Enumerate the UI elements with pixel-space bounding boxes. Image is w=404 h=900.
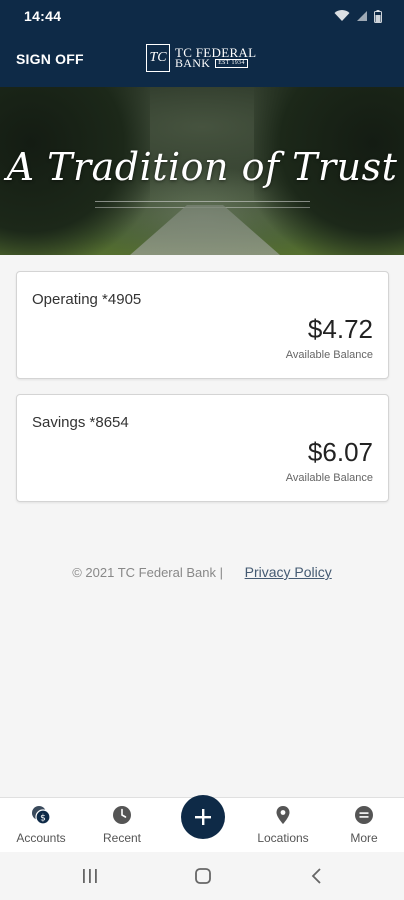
accounts-icon: $ bbox=[32, 806, 51, 825]
more-icon bbox=[355, 806, 373, 824]
account-card-operating[interactable]: Operating *4905 $4.72 Available Balance bbox=[16, 271, 389, 379]
copyright-text: © 2021 TC Federal Bank | bbox=[72, 565, 223, 580]
nav-more[interactable]: More bbox=[324, 798, 404, 853]
account-name: Savings *8654 bbox=[32, 414, 129, 431]
footer: © 2021 TC Federal Bank | Privacy Policy bbox=[0, 564, 404, 580]
status-bar: 14:44 bbox=[0, 0, 404, 32]
plus-icon bbox=[195, 809, 211, 825]
account-balance: $4.72 bbox=[307, 314, 373, 344]
system-nav-bar bbox=[0, 852, 404, 900]
nav-accounts[interactable]: $ Accounts bbox=[1, 798, 81, 853]
logo-text: TC FEDERAL BANK EST 1934 bbox=[175, 46, 256, 70]
account-balance: $6.07 bbox=[307, 437, 373, 467]
add-button[interactable] bbox=[181, 795, 225, 839]
recents-icon[interactable] bbox=[80, 866, 100, 886]
nav-locations[interactable]: Locations bbox=[243, 798, 323, 853]
hero-title: A Tradition of Trust bbox=[6, 145, 398, 189]
nav-label: Accounts bbox=[16, 831, 66, 845]
bank-logo: TC TC FEDERAL BANK EST 1934 bbox=[146, 44, 256, 72]
map-pin-icon bbox=[276, 806, 290, 824]
wifi-icon bbox=[334, 10, 350, 21]
available-balance-label: Available Balance bbox=[285, 349, 373, 361]
status-time: 14:44 bbox=[24, 8, 62, 24]
home-icon[interactable] bbox=[193, 866, 213, 886]
status-icons bbox=[334, 9, 382, 23]
logo-line2: BANK EST 1934 bbox=[175, 56, 256, 70]
back-icon[interactable] bbox=[307, 866, 327, 886]
account-name: Operating *4905 bbox=[32, 291, 142, 308]
nav-label: More bbox=[350, 831, 378, 845]
nav-recent[interactable]: Recent bbox=[82, 798, 162, 853]
logo-est: EST 1934 bbox=[215, 59, 248, 68]
hero-banner: A Tradition of Trust bbox=[0, 87, 404, 255]
account-card-savings[interactable]: Savings *8654 $6.07 Available Balance bbox=[16, 394, 389, 502]
app-header: SIGN OFF TC TC FEDERAL BANK EST 1934 bbox=[0, 32, 404, 87]
signal-icon bbox=[357, 11, 367, 21]
logo-bank: BANK bbox=[175, 56, 211, 70]
privacy-policy-link[interactable]: Privacy Policy bbox=[245, 564, 332, 580]
nav-label: Recent bbox=[102, 831, 142, 845]
svg-text:$: $ bbox=[40, 814, 46, 824]
battery-icon bbox=[374, 9, 382, 23]
sign-off-button[interactable]: SIGN OFF bbox=[16, 51, 84, 67]
available-balance-label: Available Balance bbox=[285, 472, 373, 484]
nav-label: Locations bbox=[257, 831, 309, 845]
clock-icon bbox=[113, 806, 131, 824]
logo-mark: TC bbox=[146, 44, 170, 72]
